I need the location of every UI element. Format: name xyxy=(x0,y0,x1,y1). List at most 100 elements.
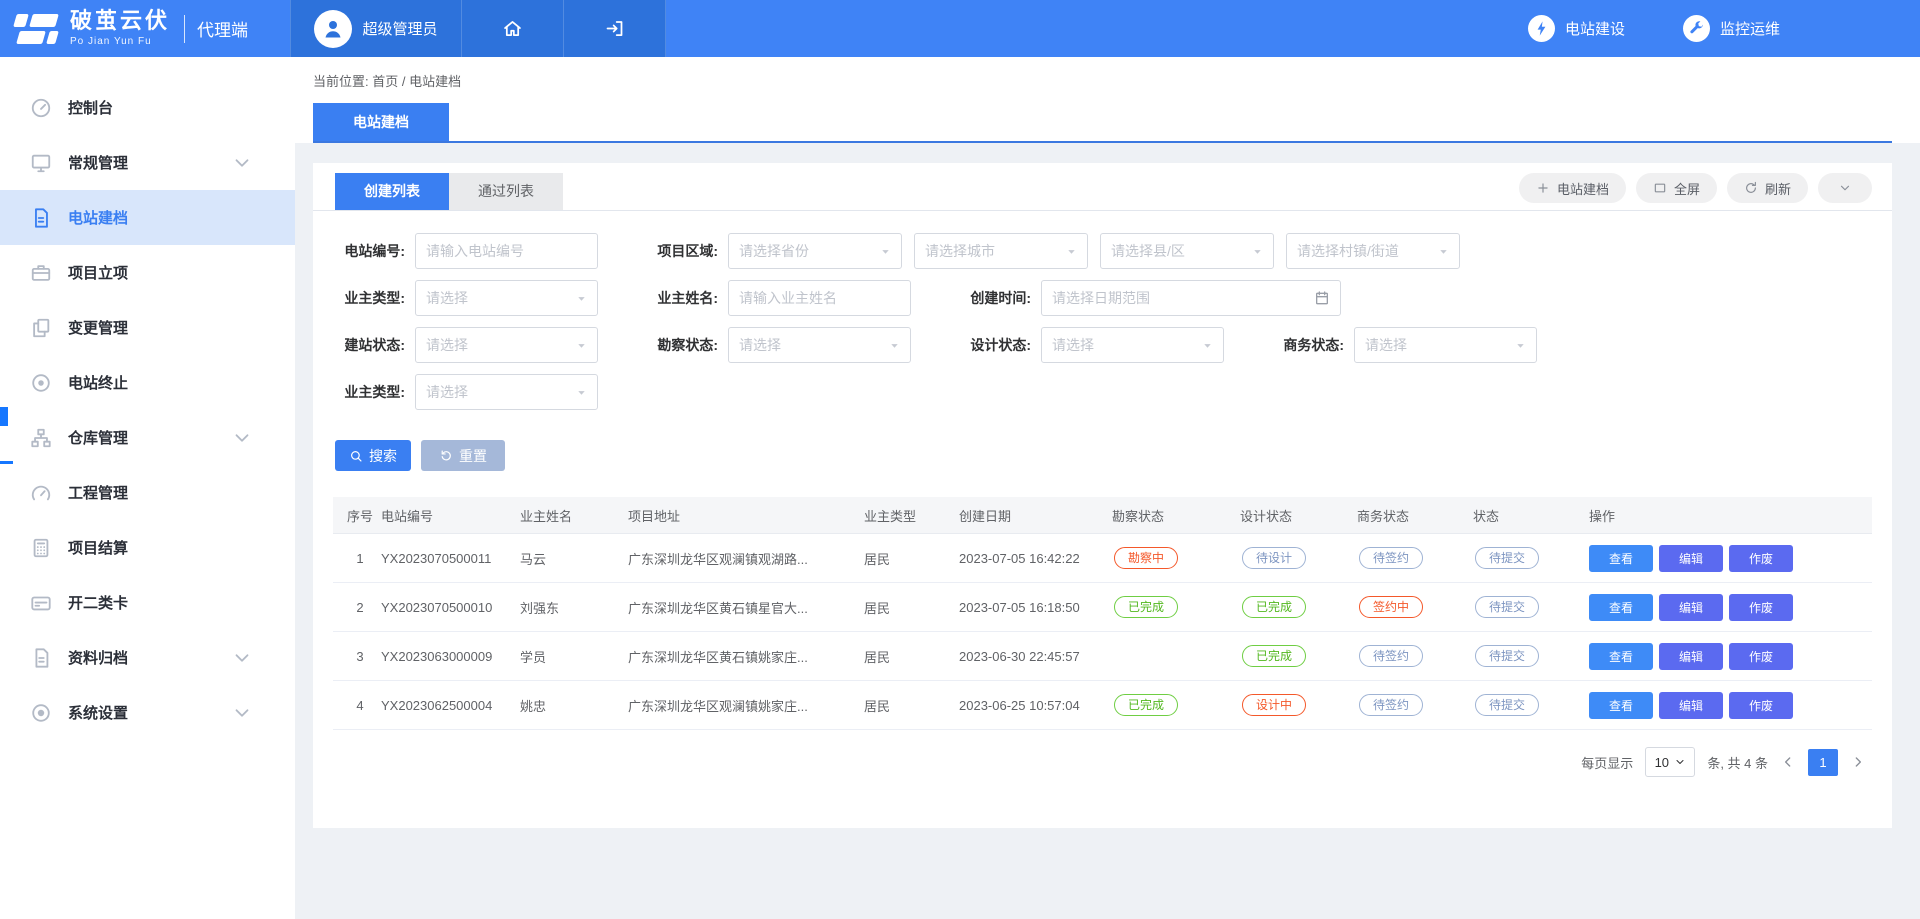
owner-type-select[interactable]: 请选择 xyxy=(415,280,598,316)
table-header: 序号电站编号业主姓名项目地址业主类型创建日期勘察状态设计状态商务状态状态操作 xyxy=(333,497,1872,534)
prev-page-button[interactable] xyxy=(1780,754,1796,770)
card-head: 创建列表通过列表 电站建档全屏刷新 xyxy=(313,163,1892,211)
sidebar-item-project-approval[interactable]: 项目立项 xyxy=(0,245,295,300)
view-button[interactable]: 查看 xyxy=(1589,594,1653,621)
search-button[interactable]: 搜索 xyxy=(335,440,411,471)
business-status-select[interactable]: 请选择 xyxy=(1354,327,1537,363)
caret-down-icon xyxy=(576,340,587,351)
view-button[interactable]: 查看 xyxy=(1589,643,1653,670)
region-select-0[interactable]: 请选择省份 xyxy=(728,233,902,269)
region-select-1[interactable]: 请选择城市 xyxy=(914,233,1088,269)
edit-button[interactable]: 编辑 xyxy=(1659,692,1723,719)
sidebar-item-open-card[interactable]: 开二类卡 xyxy=(0,575,295,630)
collapse-button[interactable] xyxy=(1818,173,1872,203)
survey-status-select[interactable]: 请选择 xyxy=(728,327,911,363)
sidebar-item-data-archive[interactable]: 资料归档 xyxy=(0,630,295,685)
sidebar-item-warehouse-mgmt[interactable]: 仓库管理 xyxy=(0,410,295,465)
pagination: 每页显示 10 条, 共 4 条 1 xyxy=(313,747,1866,777)
owner-name-input[interactable] xyxy=(728,280,911,316)
tab-create-list[interactable]: 创建列表 xyxy=(335,173,449,210)
station-no-input[interactable] xyxy=(415,233,598,269)
edit-button[interactable]: 编辑 xyxy=(1659,545,1723,572)
view-button[interactable]: 查看 xyxy=(1589,545,1653,572)
sidebar-scroll-mark xyxy=(0,407,8,426)
build-status-select[interactable]: 请选择 xyxy=(415,327,598,363)
page-tab-row: 电站建档 xyxy=(313,103,1892,143)
sidebar-item-label: 开二类卡 xyxy=(68,592,269,613)
void-button[interactable]: 作废 xyxy=(1729,545,1793,572)
edit-button[interactable]: 编辑 xyxy=(1659,643,1723,670)
status-pill: 勘察中 xyxy=(1114,547,1178,569)
avatar xyxy=(314,10,352,48)
region-selects: 请选择省份请选择城市请选择县/区请选择村镇/街道 xyxy=(728,233,1460,269)
void-button[interactable]: 作废 xyxy=(1729,643,1793,670)
main-area: 当前位置: 首页 / 电站建档 电站建档 创建列表通过列表 电站建档全屏刷新 电… xyxy=(295,57,1920,919)
caret-down-icon xyxy=(1515,340,1526,351)
sidebar-item-station-archive[interactable]: 电站建档 xyxy=(0,190,295,245)
next-page-button[interactable] xyxy=(1850,754,1866,770)
page-tab[interactable]: 电站建档 xyxy=(313,103,449,141)
status-pill: 已完成 xyxy=(1242,596,1306,618)
caret-down-icon xyxy=(1066,246,1077,257)
cell-station-no: YX2023062500004 xyxy=(381,698,520,713)
header-nav-monitor-ops[interactable]: 监控运维 xyxy=(1683,15,1780,42)
status-pill: 待签约 xyxy=(1359,645,1423,667)
tab-passed-list[interactable]: 通过列表 xyxy=(449,173,563,210)
region-select-2[interactable]: 请选择县/区 xyxy=(1100,233,1274,269)
edit-button[interactable]: 编辑 xyxy=(1659,594,1723,621)
status-pill: 已完成 xyxy=(1114,694,1178,716)
owner-type2-select[interactable]: 请选择 xyxy=(415,374,598,410)
sidebar-item-system-settings[interactable]: 系统设置 xyxy=(0,685,295,740)
refresh-icon xyxy=(1744,181,1758,195)
status-pill: 待签约 xyxy=(1359,547,1423,569)
user-menu[interactable]: 超级管理员 xyxy=(290,0,462,57)
cell-actions: 查看编辑作废 xyxy=(1589,692,1872,719)
sidebar-item-engineering-mgmt[interactable]: 工程管理 xyxy=(0,465,295,520)
cell-actions: 查看编辑作废 xyxy=(1589,545,1872,572)
header-nav-station-build[interactable]: 电站建设 xyxy=(1528,15,1625,42)
sidebar-item-general-mgmt[interactable]: 常规管理 xyxy=(0,135,295,190)
reset-button[interactable]: 重置 xyxy=(421,440,505,471)
cell-created: 2023-06-25 10:57:04 xyxy=(959,698,1112,713)
per-page-label: 每页显示 xyxy=(1581,753,1633,772)
sidebar-item-station-terminate[interactable]: 电站终止 xyxy=(0,355,295,410)
current-page[interactable]: 1 xyxy=(1808,749,1838,776)
logout-button[interactable] xyxy=(564,0,666,57)
status-pill: 已完成 xyxy=(1242,645,1306,667)
caret-down-icon xyxy=(880,246,891,257)
chevron-down-icon xyxy=(231,647,253,669)
gauge-icon xyxy=(30,482,52,504)
reset-icon xyxy=(439,449,453,463)
refresh-button[interactable]: 刷新 xyxy=(1727,173,1808,203)
region-select-3[interactable]: 请选择村镇/街道 xyxy=(1286,233,1460,269)
sidebar-item-change-mgmt[interactable]: 变更管理 xyxy=(0,300,295,355)
void-button[interactable]: 作废 xyxy=(1729,692,1793,719)
header-nav: 电站建设 监控运维 xyxy=(666,0,1920,57)
sidebar-item-label: 电站终止 xyxy=(68,372,269,393)
search-icon xyxy=(349,449,363,463)
column-header: 序号 xyxy=(339,506,381,525)
page-top: 当前位置: 首页 / 电站建档 电站建档 xyxy=(295,57,1920,143)
sidebar-item-console[interactable]: 控制台 xyxy=(0,80,295,135)
view-button[interactable]: 查看 xyxy=(1589,692,1653,719)
sidebar-item-project-settle[interactable]: 项目结算 xyxy=(0,520,295,575)
cell-address: 广东深圳龙华区观澜镇姚家庄... xyxy=(628,696,864,715)
cell-station-no: YX2023070500010 xyxy=(381,600,520,615)
design-status-select[interactable]: 请选择 xyxy=(1041,327,1224,363)
void-button[interactable]: 作废 xyxy=(1729,594,1793,621)
fullscreen-button[interactable]: 全屏 xyxy=(1636,173,1717,203)
per-page-select[interactable]: 10 xyxy=(1645,747,1695,777)
breadcrumb-path[interactable]: 首页 / 电站建档 xyxy=(372,74,461,89)
cell-no: 2 xyxy=(339,600,381,615)
add-station-button[interactable]: 电站建档 xyxy=(1519,173,1626,203)
home-icon xyxy=(502,18,523,39)
user-band: 超级管理员 xyxy=(290,0,666,57)
table-row: 1YX2023070500011马云广东深圳龙华区观澜镇观湖路...居民2023… xyxy=(333,534,1872,583)
cell-owner: 马云 xyxy=(520,549,628,568)
create-time-range-input[interactable]: 请选择日期范围 xyxy=(1041,280,1341,316)
build-status-label: 建站状态: xyxy=(335,335,405,355)
home-button[interactable] xyxy=(462,0,564,57)
toolbar: 电站建档全屏刷新 xyxy=(1519,173,1872,203)
brand-divider xyxy=(184,15,185,43)
column-header: 业主姓名 xyxy=(520,506,628,525)
